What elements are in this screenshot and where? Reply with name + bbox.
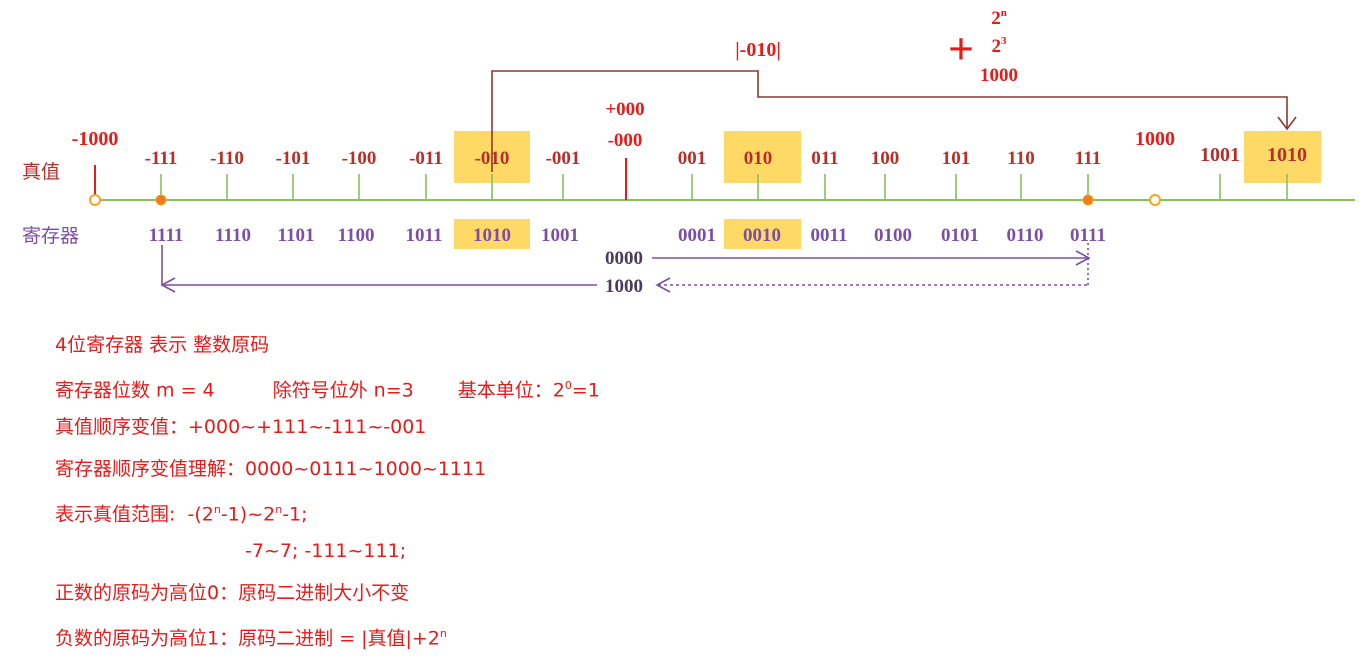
truth-value-label: -101 xyxy=(276,148,311,169)
register-value-label: 1011 xyxy=(406,225,443,246)
plus-sign: + xyxy=(948,23,974,74)
truth-value-label: 111 xyxy=(1075,148,1101,169)
power-2-3: 23 xyxy=(992,35,1008,57)
register-value-label: 0011 xyxy=(811,225,848,246)
filled-dot-neg-111 xyxy=(155,194,167,206)
register-value-label: 0111 xyxy=(1070,225,1106,246)
note-range-exp1: n xyxy=(213,503,221,516)
register-value-label: 1101 xyxy=(278,225,315,246)
truth-value-label: 010 xyxy=(744,148,773,169)
truth-value-label: 110 xyxy=(1007,148,1034,169)
note-register-bits-n: 除符号位外 n=3 xyxy=(272,379,414,402)
truth-value-label: 1001 xyxy=(1200,144,1240,166)
truth-value-label: -100 xyxy=(342,148,377,169)
register-value-label: 1100 xyxy=(338,225,375,246)
power-2-n-exponent: n xyxy=(1001,7,1007,19)
arrow-label-0000: 0000 xyxy=(605,248,643,269)
arrow-1000-solid xyxy=(161,245,597,286)
note-unit-exponent: 0 xyxy=(564,379,572,392)
register-value-label: 1111 xyxy=(149,225,184,246)
note-range-c: -1; xyxy=(282,503,308,526)
arrow-label-1000: 1000 xyxy=(605,276,643,297)
truth-value-label: 011 xyxy=(811,148,838,169)
note-truth-order: 真值顺序变值：+000~+111~-111~-001 xyxy=(55,416,427,438)
note-negative: 负数的原码为高位1：原码二进制 = |真值|+2n xyxy=(55,619,447,649)
abs-value-label: |-010| xyxy=(735,39,780,61)
note-range: 表示真值范围: -(2n-1)~2n-1; xyxy=(55,495,308,525)
note-positive: 正数的原码为高位0：原码二进制大小不变 xyxy=(55,582,410,604)
truth-value-label: -111 xyxy=(145,148,178,169)
truth-value-label: -010 xyxy=(475,148,510,169)
note-negative-text: 负数的原码为高位1：原码二进制 = |真值|+2 xyxy=(55,627,440,650)
register-value-label: 1010 xyxy=(473,225,511,246)
power-2-3-exponent: 3 xyxy=(1001,35,1007,47)
register-value-label: 0110 xyxy=(1007,225,1044,246)
number-line-diagram: 真值 寄存器 |-010| + 2n 23 1000 +000 -000 -10… xyxy=(22,7,1355,297)
note-register-bits: 寄存器位数 m = 4 除符号位外 n=3 基本单位：20=1 xyxy=(55,371,600,401)
truth-value-label: 001 xyxy=(678,148,707,169)
note-range-b: -1)~2 xyxy=(220,503,276,526)
register-value-label: 0100 xyxy=(874,225,912,246)
note-range-values: -7~7; -111~111; xyxy=(245,540,407,562)
note-range-a: 表示真值范围: -(2 xyxy=(55,503,214,526)
note-register-bits-m: 寄存器位数 m = 4 xyxy=(55,379,215,402)
open-dot-neg-1000 xyxy=(89,194,101,206)
truth-value-label: -1000 xyxy=(72,128,119,150)
register-value-labels: 1111 1110 1101 1100 1011 1010 1001 0001 0010 0011… xyxy=(149,225,1106,246)
thousand-label: 1000 xyxy=(980,65,1018,86)
power-2-n-base: 2 xyxy=(991,8,1001,29)
truth-value-label: 1000 xyxy=(1135,128,1175,150)
truth-value-label: -001 xyxy=(546,148,581,169)
register-value-label: 0010 xyxy=(743,225,781,246)
register-value-label: 1110 xyxy=(215,225,251,246)
truth-value-label: 101 xyxy=(942,148,971,169)
note-register-order: 寄存器顺序变值理解：0000~0111~1000~1111 xyxy=(55,458,487,480)
open-dot-1000 xyxy=(1149,194,1161,206)
truth-value-label: 100 xyxy=(871,148,900,169)
truth-value-label: -011 xyxy=(409,148,443,169)
note-negative-exponent: n xyxy=(439,627,447,640)
register-value-label: 1001 xyxy=(541,225,579,246)
note-unit-value: =1 xyxy=(571,379,600,402)
zero-negative-label: -000 xyxy=(608,130,643,151)
zero-positive-label: +000 xyxy=(605,99,644,120)
truth-value-label: 1010 xyxy=(1267,144,1307,166)
note-unit: 基本单位：2 xyxy=(457,379,565,402)
filled-dot-111 xyxy=(1082,194,1094,206)
register-row-label: 寄存器 xyxy=(22,225,79,247)
truth-value-label: -110 xyxy=(210,148,244,169)
register-value-label: 0101 xyxy=(941,225,979,246)
truth-value-row-label: 真值 xyxy=(22,161,60,183)
truth-value-labels: -1000 -111 -110 -101 -100 -011 -010 -001 001 010 0… xyxy=(72,128,1307,169)
power-2-n: 2n xyxy=(991,7,1007,29)
power-2-3-base: 2 xyxy=(992,36,1002,57)
note-title: 4位寄存器 表示 整数原码 xyxy=(55,334,270,356)
register-value-label: 0001 xyxy=(678,225,716,246)
